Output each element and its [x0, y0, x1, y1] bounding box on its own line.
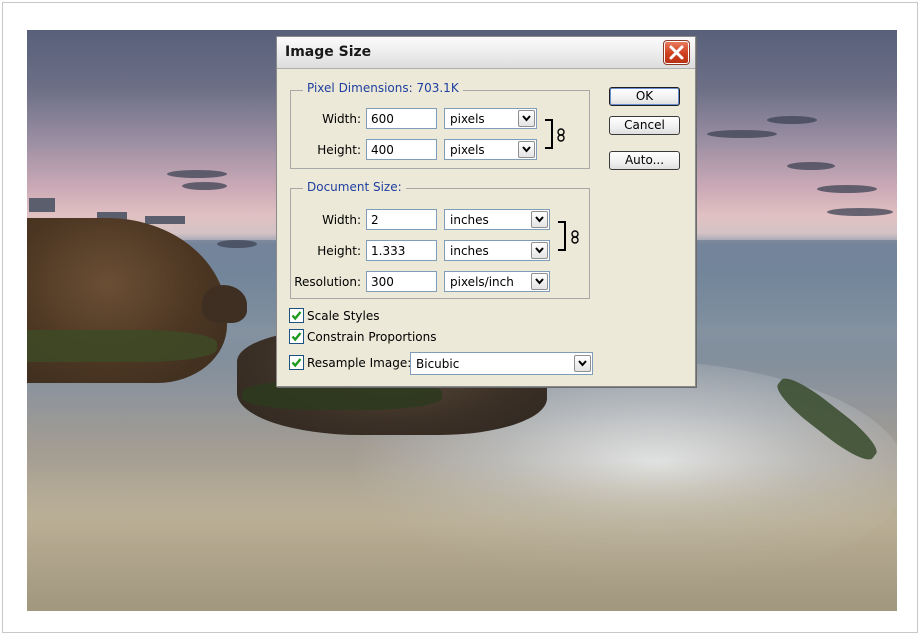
pixel-width-unit-select[interactable]: pixels	[444, 108, 537, 129]
chevron-down-icon[interactable]	[518, 141, 535, 158]
chain-link-icon	[557, 128, 565, 145]
constrain-proportions-label[interactable]: Constrain Proportions	[307, 330, 437, 344]
title-bar[interactable]: Image Size	[277, 37, 695, 69]
chevron-down-icon[interactable]	[518, 110, 535, 127]
chevron-down-icon[interactable]	[531, 211, 548, 228]
chain-link-icon	[571, 230, 579, 247]
checkmark-icon	[291, 311, 302, 321]
scale-styles-label[interactable]: Scale Styles	[307, 309, 380, 323]
image-size-dialog: Image Size Pixel Dimensions: 703.1K Widt…	[276, 36, 696, 387]
doc-height-unit-select[interactable]: inches	[444, 240, 550, 261]
doc-width-input[interactable]: 2	[366, 209, 437, 230]
document-size-legend: Document Size:	[303, 180, 406, 194]
resolution-unit-select[interactable]: pixels/inch	[444, 271, 550, 292]
resample-method-select[interactable]: Bicubic	[410, 352, 593, 375]
doc-link-bracket	[558, 221, 566, 251]
chevron-down-icon[interactable]	[531, 273, 548, 290]
scale-styles-checkbox[interactable]	[289, 308, 304, 323]
pixel-height-unit-value: pixels	[450, 143, 485, 157]
pixel-width-input[interactable]: 600	[366, 108, 437, 129]
constrain-proportions-checkbox[interactable]	[289, 329, 304, 344]
checkmark-icon	[291, 358, 302, 368]
resolution-unit-value: pixels/inch	[450, 275, 514, 289]
checkmark-icon	[291, 332, 302, 342]
pixel-height-label: Height:	[317, 143, 361, 157]
chevron-down-icon[interactable]	[574, 355, 591, 372]
pixel-width-unit-value: pixels	[450, 112, 485, 126]
doc-height-unit-value: inches	[450, 244, 489, 258]
resolution-input[interactable]: 300	[366, 271, 437, 292]
pixel-dimensions-legend: Pixel Dimensions: 703.1K	[303, 81, 463, 95]
resample-image-label[interactable]: Resample Image:	[307, 356, 411, 370]
doc-height-input[interactable]: 1.333	[366, 240, 437, 261]
pixel-height-unit-select[interactable]: pixels	[444, 139, 537, 160]
chevron-down-icon[interactable]	[531, 242, 548, 259]
close-button[interactable]	[663, 40, 690, 65]
ok-button[interactable]: OK	[609, 87, 680, 106]
pixel-link-bracket	[545, 119, 553, 149]
dialog-title: Image Size	[285, 44, 372, 60]
resolution-label: Resolution:	[294, 275, 361, 289]
doc-width-unit-select[interactable]: inches	[444, 209, 550, 230]
resample-method-value: Bicubic	[416, 357, 460, 371]
doc-height-label: Height:	[317, 244, 361, 258]
cancel-button[interactable]: Cancel	[609, 116, 680, 135]
pixel-width-label: Width:	[322, 112, 361, 126]
pixel-height-input[interactable]: 400	[366, 139, 437, 160]
doc-width-label: Width:	[322, 213, 361, 227]
resample-image-checkbox[interactable]	[289, 355, 304, 370]
doc-width-unit-value: inches	[450, 213, 489, 227]
auto-button[interactable]: Auto...	[609, 151, 680, 170]
